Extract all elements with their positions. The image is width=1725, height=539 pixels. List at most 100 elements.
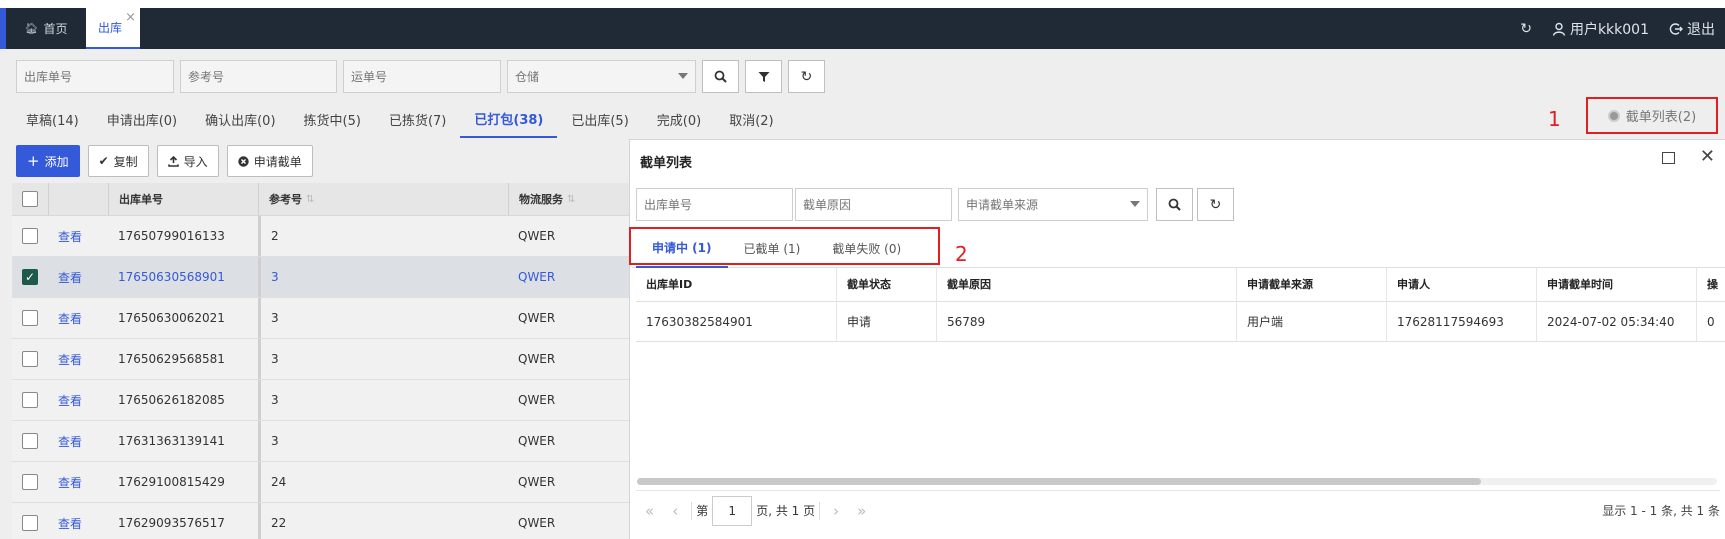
table-header: 出库单号 参考号 ⇅ 物流服务 ⇅ (12, 183, 629, 216)
modal-search-button[interactable] (1156, 188, 1193, 221)
view-link[interactable]: 查看 (48, 351, 108, 368)
tab-draft[interactable]: 草稿(14) (12, 100, 93, 138)
tab-shipped[interactable]: 已出库(5) (557, 100, 642, 138)
filter-button[interactable] (745, 60, 782, 93)
next-page-icon[interactable]: › (833, 502, 839, 520)
user-menu[interactable]: 用户kkk001 (1552, 19, 1649, 39)
table-row[interactable]: ✓ 查看 17650630568901 3 QWER (12, 257, 629, 298)
row-checkbox[interactable] (22, 310, 38, 326)
intercept-header-cell: 出库单ID (646, 278, 693, 291)
row-checkbox[interactable] (22, 515, 38, 531)
table-row[interactable]: 查看 17629100815429 24 QWER (12, 462, 629, 503)
tab-apply-outbound[interactable]: 申请出库(0) (93, 100, 191, 138)
intercept-cell: 56789 (936, 302, 1236, 341)
apply-intercept-button[interactable]: 申请截单 (226, 145, 313, 177)
user-icon (1552, 22, 1566, 36)
sort-icon: ⇅ (567, 193, 576, 205)
annotation-1: 1 (1548, 107, 1561, 131)
row-outbound-id: 17650630062021 (118, 311, 225, 325)
check-icon: ✔ (98, 154, 109, 168)
row-check-cell (12, 392, 48, 408)
row-checkbox[interactable] (22, 474, 38, 490)
annotation-box-tabs (629, 227, 940, 265)
intercept-list-label: 截单列表(2) (1625, 110, 1697, 125)
scrollbar-thumb[interactable] (637, 478, 1481, 485)
tab-picked[interactable]: 已拣货(7) (375, 100, 460, 138)
refresh-icon[interactable]: ↻ (1520, 21, 1532, 37)
view-link[interactable]: 查看 (48, 433, 108, 450)
copy-button[interactable]: ✔ 复制 (87, 145, 149, 177)
row-ref-no: 2 (258, 216, 508, 256)
row-checkbox[interactable] (22, 228, 38, 244)
tab-picking[interactable]: 拣货中(5) (290, 100, 375, 138)
logout-label: 退出 (1687, 21, 1715, 38)
import-button[interactable]: 导入 (156, 145, 219, 177)
tab-home[interactable]: 🏠︎ 首页 (14, 8, 78, 49)
view-link[interactable]: 查看 (48, 392, 108, 409)
modal-source-select-input[interactable] (958, 188, 1148, 221)
intercept-row[interactable]: 17630382584901 申请 56789 用户端 17628117594693 20… (636, 302, 1725, 342)
row-checkbox[interactable] (22, 433, 38, 449)
view-link[interactable]: 查看 (48, 310, 108, 327)
tab-cancelled[interactable]: 取消(2) (715, 100, 787, 138)
intercept-header-cell: 申请截单来源 (1236, 267, 1386, 301)
status-tabs: 草稿(14) 申请出库(0) 确认出库(0) 拣货中(5) 已拣货(7) 已打包… (12, 100, 788, 138)
table-row[interactable]: 查看 17650626182085 3 QWER (12, 380, 629, 421)
tracking-no-input[interactable] (343, 60, 501, 93)
row-ref-no: 22 (258, 503, 508, 539)
modal-reset-button[interactable]: ↻ (1197, 188, 1234, 221)
header-logistics[interactable]: 物流服务 ⇅ (508, 183, 628, 215)
tab-packed[interactable]: 已打包(38) (460, 100, 558, 138)
modal-source-select[interactable] (958, 188, 1148, 221)
row-ref-no: 24 (258, 462, 508, 502)
tab-complete[interactable]: 完成(0) (643, 100, 715, 138)
row-checkbox[interactable] (22, 351, 38, 367)
table-row[interactable]: 查看 17650630062021 3 QWER (12, 298, 629, 339)
table-row[interactable]: 查看 17650629568581 3 QWER (12, 339, 629, 380)
header-ref-label: 参考号 (269, 193, 302, 206)
tab-outbound[interactable]: 出库 × (86, 8, 140, 49)
pager-divider (819, 501, 821, 520)
close-icon[interactable]: ✕ (1700, 146, 1715, 167)
plus-icon: + (27, 152, 40, 170)
search-button[interactable] (702, 60, 739, 93)
select-all-checkbox[interactable] (22, 191, 38, 207)
tab-confirm-outbound[interactable]: 确认出库(0) (191, 100, 289, 138)
intercept-table: 出库单ID 截单状态 截单原因 申请截单来源 申请人 申请截单时间操 1763038258… (636, 267, 1725, 342)
apply-intercept-label: 申请截单 (253, 154, 302, 169)
modal-outbound-no-input[interactable] (636, 188, 793, 221)
warehouse-select[interactable] (507, 60, 696, 93)
view-link[interactable]: 查看 (48, 515, 108, 532)
header-id-label: 出库单号 (119, 193, 163, 206)
page-number-input[interactable]: 1 (712, 495, 753, 526)
intercept-header-cell: 截单状态 (836, 267, 936, 301)
maximize-icon[interactable] (1662, 152, 1675, 164)
horizontal-scrollbar[interactable] (637, 478, 1717, 485)
prev-page-icon[interactable]: ‹ (672, 502, 678, 520)
header-ref[interactable]: 参考号 ⇅ (258, 183, 508, 215)
view-link[interactable]: 查看 (48, 228, 108, 245)
view-link[interactable]: 查看 (48, 474, 108, 491)
outbound-no-input[interactable] (16, 60, 174, 93)
add-label: 添加 (44, 154, 69, 169)
add-button[interactable]: + 添加 (16, 145, 80, 177)
select-all-cell (12, 191, 48, 207)
table-row[interactable]: 查看 17629093576517 22 QWER (12, 503, 629, 539)
ref-no-input[interactable] (180, 60, 337, 93)
intercept-list-link[interactable]: 截单列表(2) (1586, 97, 1718, 134)
row-checkbox[interactable]: ✓ (22, 269, 38, 285)
filter-icon (758, 71, 769, 82)
view-link[interactable]: 查看 (48, 269, 108, 286)
table-row[interactable]: 查看 17650799016133 2 QWER (12, 216, 629, 257)
user-name: 用户kkk001 (1569, 21, 1649, 38)
intercept-header-cell: 申请截单时间 (1536, 267, 1696, 301)
table-row[interactable]: 查看 17631363139141 3 QWER (12, 421, 629, 462)
last-page-icon[interactable]: » (857, 502, 866, 520)
row-checkbox[interactable] (22, 392, 38, 408)
first-page-icon[interactable]: « (645, 502, 654, 520)
reset-button[interactable]: ↻ (788, 60, 825, 93)
warehouse-select-input[interactable] (507, 60, 696, 93)
logout-button[interactable]: 退出 (1669, 19, 1715, 39)
modal-reason-input[interactable] (795, 188, 952, 221)
close-tab-icon[interactable]: × (125, 10, 136, 25)
